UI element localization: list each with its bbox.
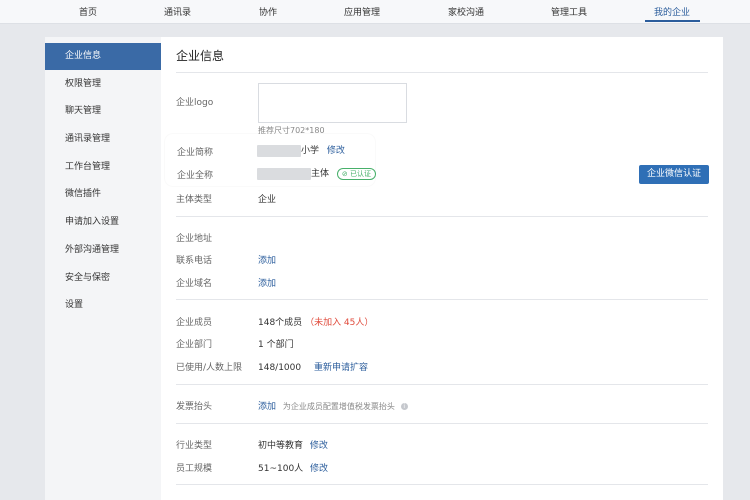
active-tab-indicator xyxy=(645,20,700,22)
industry-row: 初中等教育 修改 xyxy=(258,438,328,451)
address-label: 企业地址 xyxy=(176,234,213,244)
sidebar-item-contacts-management[interactable]: 通讯录管理 xyxy=(45,126,161,153)
tab-management-tools[interactable]: 管理工具 xyxy=(551,5,587,18)
phone-label: 联系电话 xyxy=(176,256,213,266)
entity-type-value: 企业 xyxy=(258,195,277,205)
departments-label: 企业部门 xyxy=(176,340,213,350)
info-icon[interactable]: i xyxy=(400,403,408,410)
sidebar-item-enterprise-info[interactable]: 企业信息 xyxy=(45,43,161,70)
add-invoice-link[interactable]: 添加 xyxy=(258,402,276,412)
tab-home-school[interactable]: 家校沟通 xyxy=(448,5,484,18)
divider xyxy=(176,299,708,300)
tab-collaboration[interactable]: 协作 xyxy=(259,5,277,18)
sidebar: 企业信息 权限管理 聊天管理 通讯录管理 工作台管理 微信插件 申请加入设置 外… xyxy=(45,37,162,500)
edit-industry-link[interactable]: 修改 xyxy=(310,441,328,451)
divider xyxy=(176,216,708,217)
verified-badge-text: 已认证 xyxy=(349,169,371,178)
size-label: 员工规模 xyxy=(176,464,213,474)
sidebar-item-workbench-management[interactable]: 工作台管理 xyxy=(45,154,161,181)
divider xyxy=(176,423,708,424)
redacted-full-name xyxy=(257,167,311,180)
sidebar-item-chat-management[interactable]: 聊天管理 xyxy=(45,98,161,125)
sidebar-item-security[interactable]: 安全与保密 xyxy=(45,265,161,292)
add-phone-link[interactable]: 添加 xyxy=(258,253,276,266)
size-row: 51~100人 修改 xyxy=(258,461,328,474)
add-domain-link[interactable]: 添加 xyxy=(258,276,276,289)
sidebar-item-permissions[interactable]: 权限管理 xyxy=(45,71,161,98)
main-panel: 企业信息 企业logo 推荐尺寸702*180 企业微信认证 主体类型 企业 企… xyxy=(161,37,723,500)
invoice-hint: 为企业成员配置增值税发票抬头 xyxy=(282,402,395,411)
departments-value: 1 个部门 xyxy=(258,340,294,350)
short-name-row: 小学 修改 xyxy=(257,143,345,157)
page-title: 企业信息 xyxy=(176,49,225,63)
verified-check-icon: ⊘ xyxy=(341,169,350,178)
size-value: 51~100人 xyxy=(258,464,304,474)
short-name-label: 企业简称 xyxy=(177,148,214,158)
sidebar-item-join-settings[interactable]: 申请加入设置 xyxy=(45,209,161,236)
logo-label: 企业logo xyxy=(176,98,214,108)
industry-label: 行业类型 xyxy=(176,441,213,451)
members-not-joined[interactable]: （未加入 45人） xyxy=(305,318,373,328)
industry-value: 初中等教育 xyxy=(258,441,304,451)
invoice-label: 发票抬头 xyxy=(176,402,213,412)
logo-upload-box[interactable] xyxy=(258,83,407,123)
enterprise-verify-button[interactable]: 企业微信认证 xyxy=(639,165,709,184)
limit-value: 148/1000 xyxy=(258,363,302,373)
entity-type-label: 主体类型 xyxy=(176,195,213,205)
tab-contacts[interactable]: 通讯录 xyxy=(164,5,191,18)
sidebar-item-settings[interactable]: 设置 xyxy=(45,292,161,319)
limit-value-row: 148/1000 重新申请扩容 xyxy=(258,360,368,373)
members-count: 148个成员 xyxy=(258,318,303,328)
redacted-short-name xyxy=(257,144,301,157)
tab-my-enterprise[interactable]: 我的企业 xyxy=(654,5,690,18)
apply-expand-link[interactable]: 重新申请扩容 xyxy=(314,363,368,373)
top-navigation: 首页 通讯录 协作 应用管理 家校沟通 管理工具 我的企业 xyxy=(0,0,750,24)
tab-app-management[interactable]: 应用管理 xyxy=(344,5,380,18)
divider xyxy=(176,72,708,73)
full-name-label: 企业全称 xyxy=(177,171,214,181)
tab-home[interactable]: 首页 xyxy=(79,5,97,18)
members-label: 企业成员 xyxy=(176,318,213,328)
full-name-suffix: 主体 xyxy=(311,169,330,179)
divider xyxy=(176,384,708,385)
members-value-row: 148个成员 （未加入 45人） xyxy=(258,315,373,328)
name-highlight-card: 企业简称 小学 修改 企业全称 主体 ⊘ 已认证 xyxy=(165,134,376,186)
domain-label: 企业域名 xyxy=(176,279,213,289)
sidebar-item-external-communication[interactable]: 外部沟通管理 xyxy=(45,237,161,264)
edit-short-name-link[interactable]: 修改 xyxy=(327,146,345,156)
full-name-row: 主体 ⊘ 已认证 xyxy=(257,166,376,180)
limit-label: 已使用/人数上限 xyxy=(176,363,243,373)
verified-badge: ⊘ 已认证 xyxy=(336,167,376,180)
edit-size-link[interactable]: 修改 xyxy=(310,464,328,474)
invoice-row: 添加 为企业成员配置增值税发票抬头 i xyxy=(258,399,408,412)
divider xyxy=(176,484,708,485)
short-name-suffix: 小学 xyxy=(301,146,320,156)
sidebar-item-wechat-plugin[interactable]: 微信插件 xyxy=(45,181,161,208)
